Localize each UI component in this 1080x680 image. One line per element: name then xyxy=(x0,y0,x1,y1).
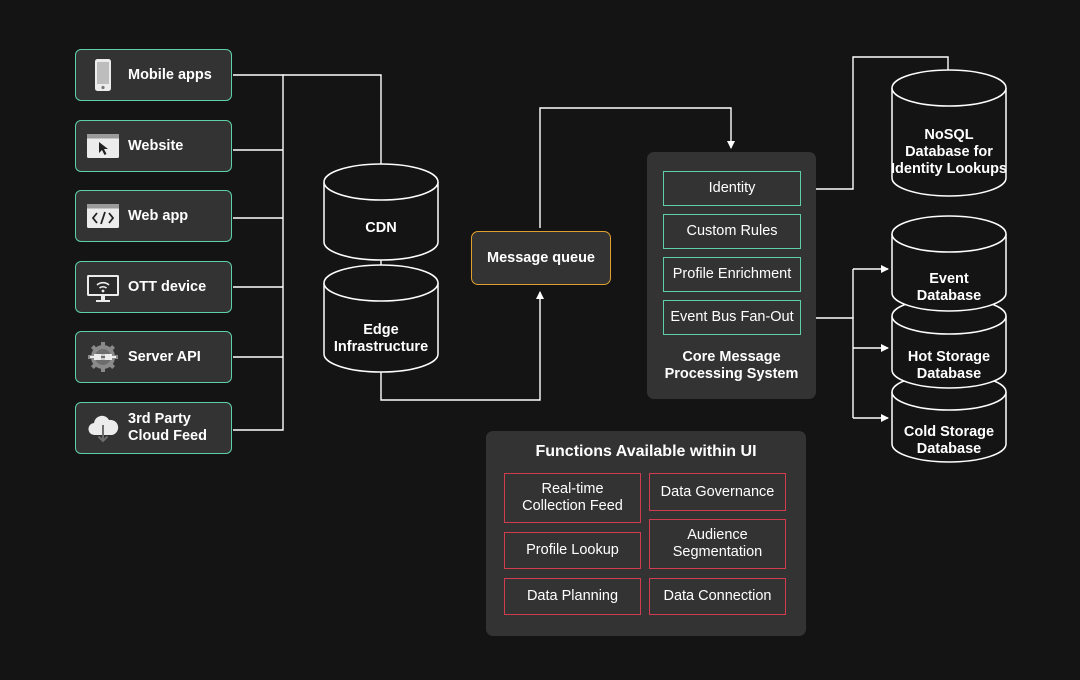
core-item-event-bus-fan-out: Event Bus Fan-Out xyxy=(663,300,801,335)
edge-infrastructure-label: Edge Infrastructure xyxy=(333,322,429,355)
source-label: Server API xyxy=(128,348,201,365)
code-window-icon xyxy=(87,204,119,228)
core-message-processing-panel: Identity Custom Rules Profile Enrichment… xyxy=(647,152,816,399)
source-label: 3rd Party Cloud Feed xyxy=(128,411,207,444)
nosql-database-label: NoSQL Database for Identity Lookups xyxy=(891,126,1007,177)
core-panel-title: Core Message Processing System xyxy=(664,349,799,382)
source-label: Website xyxy=(128,137,184,154)
source-ott-device: OTT device xyxy=(75,261,232,313)
cold-storage-database-label: Cold Storage Database xyxy=(903,424,995,457)
function-data-connection: Data Connection xyxy=(649,578,786,615)
core-item-identity: Identity xyxy=(663,171,801,206)
source-bus-line xyxy=(233,74,284,431)
cloud-download-icon xyxy=(88,415,119,443)
function-realtime-collection-feed: Real-time Collection Feed xyxy=(504,473,641,523)
source-label: Mobile apps xyxy=(128,66,212,83)
core-item-custom-rules: Custom Rules xyxy=(663,214,801,249)
source-web-app: Web app xyxy=(75,190,232,242)
source-website: Website xyxy=(75,120,232,172)
functions-panel-title: Functions Available within UI xyxy=(535,442,757,460)
functions-panel: Functions Available within UI Real-time … xyxy=(486,431,806,636)
function-audience-segmentation: Audience Segmentation xyxy=(649,519,786,569)
source-3rd-party-cloud-feed: 3rd Party Cloud Feed xyxy=(75,402,232,454)
source-mobile-apps: Mobile apps xyxy=(75,49,232,101)
function-data-governance: Data Governance xyxy=(649,473,786,511)
mobile-phone-icon xyxy=(95,59,111,91)
source-server-api: Server API xyxy=(75,331,232,383)
event-database-label: Event Database xyxy=(916,271,982,304)
plug-gear-icon xyxy=(88,342,118,372)
browser-cursor-icon xyxy=(87,134,119,158)
source-label: Web app xyxy=(128,207,189,224)
architecture-diagram: Mobile apps Website Web app OTT device S… xyxy=(0,0,1080,680)
core-item-profile-enrichment: Profile Enrichment xyxy=(663,257,801,292)
function-data-planning: Data Planning xyxy=(504,578,641,615)
wifi-tv-icon xyxy=(87,275,119,302)
cdn-label: CDN xyxy=(365,219,397,236)
hot-storage-database-label: Hot Storage Database xyxy=(907,349,991,382)
source-label: OTT device xyxy=(128,278,207,295)
function-profile-lookup: Profile Lookup xyxy=(504,532,641,569)
message-queue-box: Message queue xyxy=(471,231,611,285)
sources-to-cdn-arrow xyxy=(283,74,385,179)
